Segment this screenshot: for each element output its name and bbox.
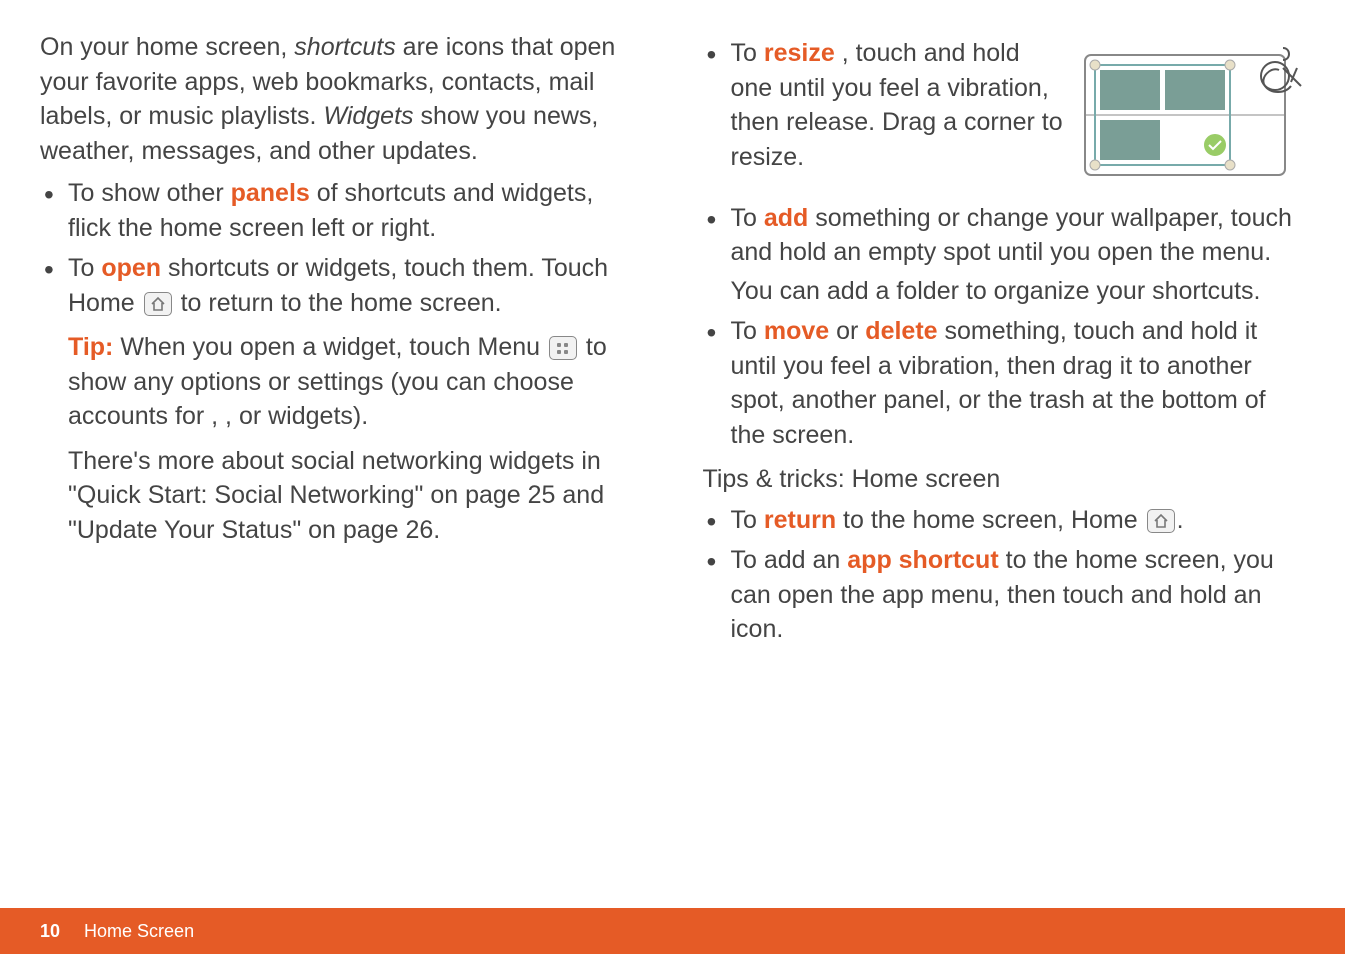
footer-bar: 10 Home Screen bbox=[0, 908, 1345, 954]
text bbox=[835, 39, 842, 67]
home-icon bbox=[144, 292, 172, 316]
intro-paragraph: On your home screen, shortcuts are icons… bbox=[40, 30, 643, 168]
kw-return: return bbox=[764, 506, 836, 534]
text: To bbox=[731, 39, 764, 67]
bullet-app-shortcut: To add an app shortcut to the home scree… bbox=[703, 543, 1306, 647]
bullet-resize: To resize , touch and hold one until you… bbox=[703, 36, 1306, 174]
left-column: On your home screen, shortcuts are icons… bbox=[40, 30, 643, 954]
text: To bbox=[731, 204, 764, 232]
bullet-return: To return to the home screen, Home . bbox=[703, 503, 1306, 538]
kw-add: add bbox=[764, 204, 808, 232]
text: widgets). bbox=[268, 402, 368, 430]
bullet-open: To open shortcuts or widgets, touch them… bbox=[40, 251, 643, 547]
text: , or bbox=[225, 402, 268, 430]
kw-open: open bbox=[101, 254, 161, 282]
text: To bbox=[731, 506, 764, 534]
text: To show other bbox=[68, 179, 231, 207]
italic-widgets: Widgets bbox=[323, 102, 413, 130]
bullet-move-delete: To move or delete something, touch and h… bbox=[703, 314, 1306, 452]
kw-delete: delete bbox=[865, 317, 937, 345]
tip-block: Tip: When you open a widget, touch Menu … bbox=[68, 330, 643, 434]
bullet-panels: To show other panels of shortcuts and wi… bbox=[40, 176, 643, 245]
kw-resize: resize bbox=[764, 39, 835, 67]
add-folder-text: You can add a folder to organize your sh… bbox=[731, 274, 1306, 309]
bullet-add: To add something or change your wallpape… bbox=[703, 201, 1306, 309]
kw-move: move bbox=[764, 317, 829, 345]
page-number: 10 bbox=[40, 921, 60, 942]
resize-figure bbox=[1075, 40, 1305, 195]
more-paragraph: There's more about social networking wid… bbox=[68, 444, 643, 548]
text: To bbox=[731, 317, 764, 345]
text: To add an bbox=[731, 546, 848, 574]
tips-heading: Tips & tricks: Home screen bbox=[703, 462, 1306, 497]
menu-icon bbox=[549, 336, 577, 360]
text: When you open a widget, touch Menu bbox=[113, 333, 547, 361]
section-name: Home Screen bbox=[84, 921, 194, 942]
text: , bbox=[211, 402, 225, 430]
right-column: To resize , touch and hold one until you… bbox=[703, 30, 1306, 954]
text: menu. bbox=[1202, 238, 1271, 266]
kw-panels: panels bbox=[231, 179, 310, 207]
text: On your home screen, bbox=[40, 33, 294, 61]
text: to return to the home screen. bbox=[174, 289, 502, 317]
italic-shortcuts: shortcuts bbox=[294, 33, 395, 61]
text: or bbox=[829, 317, 865, 345]
text: . bbox=[1177, 506, 1184, 534]
kw-app-shortcut: app shortcut bbox=[847, 546, 998, 574]
tip-label: Tip: bbox=[68, 333, 113, 361]
home-icon bbox=[1147, 509, 1175, 533]
text: to the home screen, Home bbox=[836, 506, 1144, 534]
text: To bbox=[68, 254, 101, 282]
